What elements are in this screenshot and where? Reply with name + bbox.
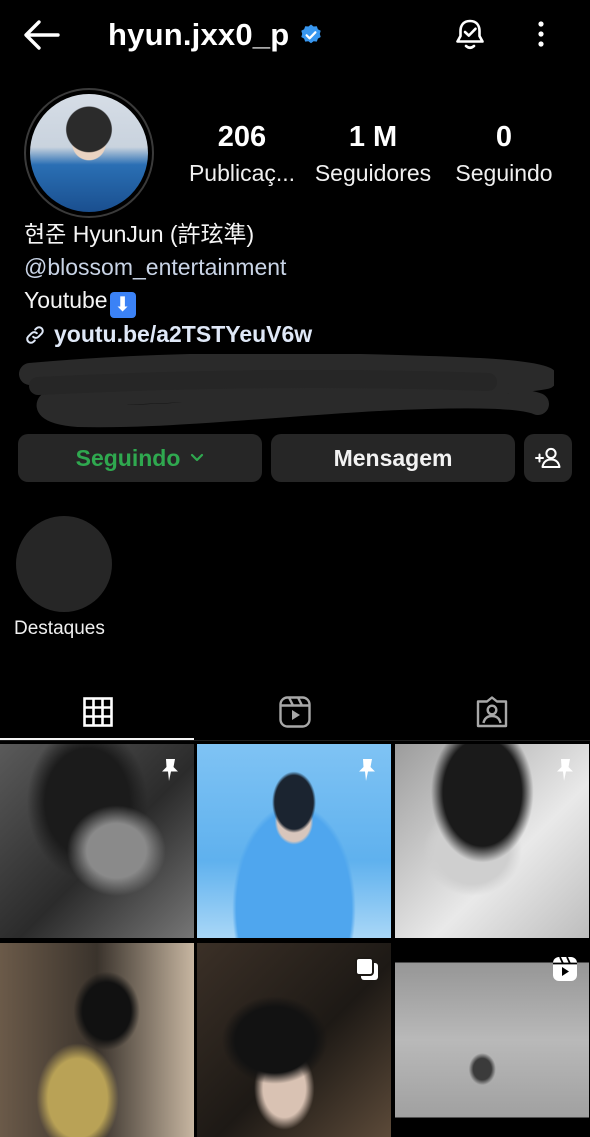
highlight-label: Destaques (14, 618, 105, 639)
down-arrow-emoji-icon: ⬇ (109, 292, 136, 318)
chevron-down-icon (191, 453, 204, 462)
post-thumbnail[interactable] (395, 744, 589, 938)
link-icon (26, 325, 44, 344)
post-thumbnail[interactable] (197, 744, 391, 938)
post-thumbnail[interactable] (395, 943, 589, 1137)
tab-tagged[interactable] (394, 686, 590, 738)
posts-count: 206 (217, 121, 267, 153)
pinned-icon (359, 759, 375, 781)
tab-posts-grid[interactable] (0, 686, 196, 738)
following-label: Seguindo (455, 160, 553, 186)
profile-username: hyun.jxx0_p (108, 17, 290, 52)
message-button-label: Mensagem (333, 444, 453, 471)
bio-youtube-text: Youtube (24, 287, 108, 313)
bio-external-link[interactable]: youtu.be/a2TSTYeuV6w (24, 318, 312, 351)
reel-icon (553, 956, 577, 981)
back-arrow-icon[interactable] (22, 18, 62, 52)
grid-icon (83, 697, 113, 727)
posts-label: Publicaç... (188, 160, 296, 186)
tab-divider (0, 740, 590, 741)
redacted-scribble (19, 354, 554, 428)
bio-link-text: youtu.be/a2TSTYeuV6w (54, 321, 313, 347)
profile-display-name: 현준 HyunJun (許玹準) (24, 221, 255, 247)
post-thumbnail[interactable] (197, 943, 391, 1137)
notifications-bell-icon[interactable] (452, 16, 488, 52)
carousel-icon (355, 957, 378, 980)
following-stat[interactable]: 0 Seguindo (448, 118, 560, 190)
post-thumbnail[interactable] (0, 744, 194, 938)
pinned-icon (557, 759, 573, 781)
bio-mention-link[interactable]: @blossom_entertainment (24, 251, 312, 284)
profile-photo (30, 94, 148, 212)
profile-username-row: hyun.jxx0_p (108, 12, 323, 58)
message-button[interactable]: Mensagem (271, 434, 515, 482)
tab-reels[interactable] (197, 686, 393, 738)
more-options-icon[interactable] (530, 18, 552, 50)
profile-avatar[interactable] (24, 88, 154, 218)
following-button[interactable]: Seguindo (18, 434, 262, 482)
suggested-accounts-button[interactable] (524, 434, 572, 482)
following-count: 0 (495, 121, 513, 153)
posts-stat[interactable]: 206 Publicaç... (184, 118, 300, 190)
bio-text-line: Youtube ⬇ (24, 284, 312, 318)
add-person-icon (535, 447, 561, 468)
profile-bio: 현준 HyunJun (許玹準) @blossom_entertainment … (24, 218, 312, 351)
pinned-icon (162, 759, 178, 781)
tagged-user-icon (476, 696, 508, 728)
reels-icon (279, 696, 311, 728)
followers-stat[interactable]: 1 M Seguidores (310, 118, 436, 190)
followers-count: 1 M (348, 121, 398, 153)
followers-label: Seguidores (314, 160, 432, 186)
following-button-label: Seguindo (75, 444, 181, 471)
verified-badge-icon (301, 24, 322, 44)
highlight-new-circle[interactable] (16, 516, 112, 612)
post-thumbnail[interactable] (0, 943, 194, 1137)
